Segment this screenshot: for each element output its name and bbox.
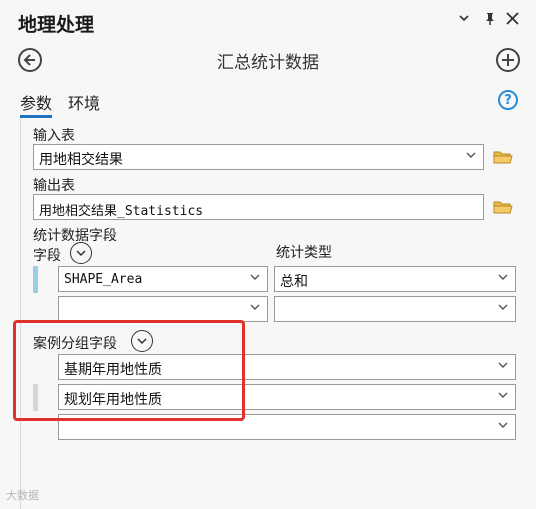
chevron-down-icon (466, 152, 476, 158)
plus-icon[interactable] (496, 48, 520, 72)
output-table-value: 用地相交结果_Statistics (39, 204, 204, 219)
chevron-down-icon (498, 392, 508, 398)
chevron-down-icon (498, 362, 508, 368)
tool-title: 汇总统计数据 (217, 53, 319, 73)
close-icon[interactable] (506, 12, 519, 29)
statistics-fields-label: 统计数据字段 (33, 228, 117, 244)
stat-field-dropdown[interactable]: SHAPE_Area (58, 266, 268, 292)
pin-icon[interactable] (484, 12, 496, 30)
folder-icon[interactable] (493, 199, 513, 215)
output-table-input[interactable]: 用地相交结果_Statistics (33, 194, 484, 220)
input-table-label: 输入表 (33, 128, 75, 144)
chevron-down-icon (498, 274, 508, 280)
watermark: 大数据 (6, 489, 39, 502)
input-table-dropdown[interactable]: 用地相交结果 (33, 144, 484, 170)
chevron-down-icon (498, 304, 508, 310)
stat-field-dropdown-empty[interactable] (58, 296, 268, 322)
tab-environments[interactable]: 环境 (68, 90, 100, 114)
chevron-down-icon (250, 274, 260, 280)
stat-type-dropdown[interactable]: 总和 (274, 266, 516, 292)
chevron-down-icon[interactable] (458, 12, 470, 28)
tab-parameters[interactable]: 参数 (20, 90, 53, 118)
help-icon[interactable]: ? (498, 90, 518, 110)
stat-type-value: 总和 (280, 274, 308, 290)
chevron-down-icon (498, 422, 508, 428)
highlight-annotation-box (13, 320, 245, 421)
chevron-down-icon (250, 304, 260, 310)
field-column-label: 字段 (33, 248, 61, 264)
stat-field-value: SHAPE_Area (64, 272, 143, 287)
row-marker-active[interactable] (33, 266, 38, 293)
output-table-label: 输出表 (33, 178, 75, 194)
input-table-value: 用地相交结果 (39, 152, 123, 168)
folder-icon[interactable] (493, 149, 513, 165)
panel-title: 地理处理 (18, 14, 95, 36)
field-sort-toggle-icon[interactable] (70, 242, 92, 264)
statistic-type-column-label: 统计类型 (276, 245, 332, 261)
parameter-guide-line (20, 118, 21, 509)
stat-type-dropdown-empty[interactable] (274, 296, 516, 322)
